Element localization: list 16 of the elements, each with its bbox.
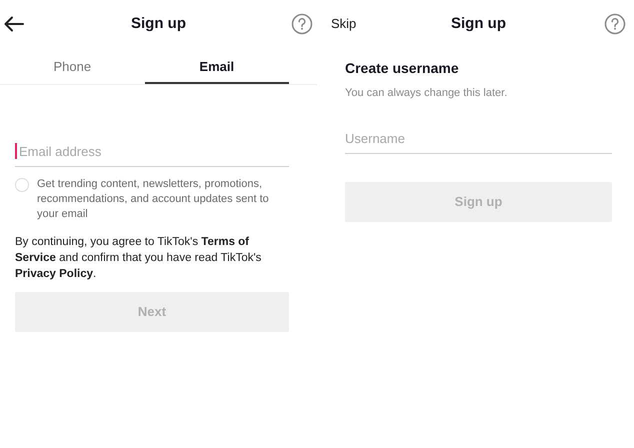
input-field[interactable]: Username [345,124,612,154]
screen-title: Sign up [451,14,506,34]
skip-button[interactable]: Skip [331,14,356,34]
tab[interactable]: Phone [0,52,144,84]
section-heading: Create username [345,59,460,78]
subtitle-text: You can always change this later. [345,86,508,101]
text-cursor [15,143,17,159]
back-arrow-icon[interactable] [4,16,24,32]
tab[interactable]: Email [144,52,289,84]
help-icon[interactable] [291,13,313,35]
checkbox-label: Get trending content, newsletters, promotions, recommendations, and account updates sent to your email [37,177,270,222]
input-field[interactable]: Email address [15,137,289,167]
help-icon[interactable] [604,13,626,35]
screen-title: Sign up [131,14,186,34]
checkbox[interactable] [15,178,29,192]
terms-text: By continuing, you agree to TikTok's Terms of Service and confirm that you have read TikTok's Privacy Policy. [15,235,262,282]
